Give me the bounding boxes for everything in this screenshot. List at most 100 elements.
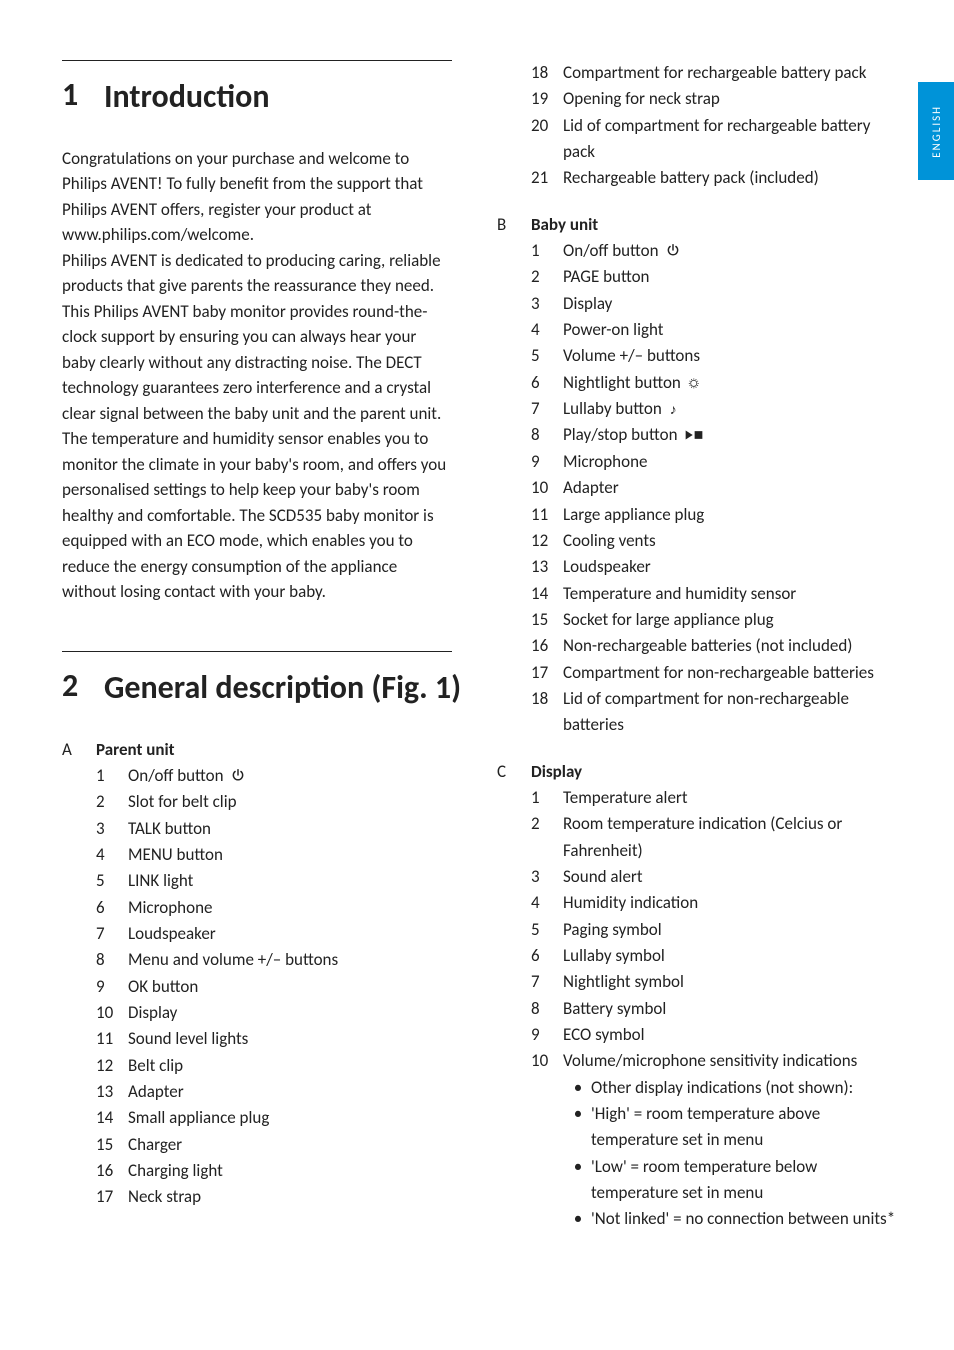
item-text: Charging light [128, 1158, 469, 1184]
item-text: MENU button [128, 842, 469, 868]
item-number: 15 [96, 1132, 128, 1158]
list-item: 4MENU button [96, 842, 469, 868]
item-text: Compartment for non-rechargeable batteri… [563, 660, 904, 686]
group-a-items-cont: 18Compartment for rechargeable battery p… [497, 60, 904, 192]
item-text: Lullaby symbol [563, 943, 904, 969]
group-c-bullets-wrap: •Other display indications (not shown):•… [497, 1075, 904, 1233]
list-item: 2Room temperature indication (Celcius or… [531, 811, 904, 864]
item-text: Power-on light [563, 317, 904, 343]
group-title: Display [531, 759, 582, 785]
item-number: 10 [96, 1000, 128, 1026]
item-number: 8 [531, 996, 563, 1022]
item-number: 7 [531, 969, 563, 995]
left-column: 1 Introduction Congratulations on your p… [62, 60, 469, 1233]
list-item: 3Sound alert [531, 864, 904, 890]
item-text: Menu and volume +/– buttons [128, 947, 469, 973]
list-item: 8Menu and volume +/– buttons [96, 947, 469, 973]
item-text: Battery symbol [563, 996, 904, 1022]
group-letter: A [62, 737, 96, 763]
item-number: 13 [96, 1079, 128, 1105]
item-number: 7 [531, 396, 563, 422]
item-number: 6 [531, 943, 563, 969]
item-number: 14 [531, 581, 563, 607]
item-text: Loudspeaker [563, 554, 904, 580]
item-text: Microphone [128, 895, 469, 921]
item-number: 2 [531, 811, 563, 864]
section-2-heading: 2 General description (Fig. 1) [62, 666, 469, 711]
list-item: 4Humidity indication [531, 890, 904, 916]
play-stop-icon [685, 429, 703, 441]
item-number: 10 [531, 475, 563, 501]
item-number: 18 [531, 60, 563, 86]
item-number: 20 [531, 113, 563, 166]
bullet-item: •'Low' = room temperature below temperat… [565, 1154, 904, 1207]
sun-icon: ☼ [689, 375, 699, 392]
section-rule [62, 60, 452, 61]
item-text: Slot for belt clip [128, 789, 469, 815]
item-number: 3 [531, 864, 563, 890]
item-number: 6 [531, 370, 563, 396]
item-number: 17 [96, 1184, 128, 1210]
list-item: 5Volume +/– buttons [531, 343, 904, 369]
list-item: 11Large appliance plug [531, 502, 904, 528]
list-item: 16Non-rechargeable batteries (not includ… [531, 633, 904, 659]
list-item: 6Nightlight button ☼ [531, 370, 904, 396]
item-number: 19 [531, 86, 563, 112]
list-item: 11Sound level lights [96, 1026, 469, 1052]
item-text: On/off button [563, 238, 904, 264]
item-text: Temperature and humidity sensor [563, 581, 904, 607]
item-text: Compartment for rechargeable battery pac… [563, 60, 904, 86]
item-number: 3 [96, 816, 128, 842]
list-item: 1On/off button [531, 238, 904, 264]
list-item: 4Power-on light [531, 317, 904, 343]
item-text: Nightlight symbol [563, 969, 904, 995]
page: 1 Introduction Congratulations on your p… [0, 0, 954, 1233]
item-number: 17 [531, 660, 563, 686]
group-title: Baby unit [531, 212, 598, 238]
item-text: Sound level lights [128, 1026, 469, 1052]
power-icon [231, 768, 245, 782]
list-item: 8Play/stop button [531, 422, 904, 448]
item-text: Neck strap [128, 1184, 469, 1210]
list-item: 7Lullaby button ♪ [531, 396, 904, 422]
group-title: Parent unit [96, 737, 175, 763]
list-item: 10Display [96, 1000, 469, 1026]
item-number: 1 [531, 238, 563, 264]
item-number: 7 [96, 921, 128, 947]
item-number: 4 [531, 890, 563, 916]
list-item: 3Display [531, 291, 904, 317]
right-column: 18Compartment for rechargeable battery p… [497, 60, 904, 1233]
item-number: 15 [531, 607, 563, 633]
item-text: Adapter [563, 475, 904, 501]
section-1-heading: 1 Introduction [62, 75, 469, 120]
item-number: 1 [96, 763, 128, 789]
bullet-text: 'High' = room temperature above temperat… [591, 1101, 904, 1154]
list-item: 15Socket for large appliance plug [531, 607, 904, 633]
item-number: 16 [531, 633, 563, 659]
bullet-dot: • [565, 1075, 591, 1101]
list-item: 5Paging symbol [531, 917, 904, 943]
list-item: 1Temperature alert [531, 785, 904, 811]
item-text: Belt clip [128, 1053, 469, 1079]
list-item: 9ECO symbol [531, 1022, 904, 1048]
list-item: 16Charging light [96, 1158, 469, 1184]
item-text: PAGE button [563, 264, 904, 290]
section-rule [62, 651, 452, 652]
item-text: Paging symbol [563, 917, 904, 943]
group-a-header: A Parent unit [62, 737, 469, 763]
item-text: Temperature alert [563, 785, 904, 811]
list-item: 13Loudspeaker [531, 554, 904, 580]
item-number: 12 [531, 528, 563, 554]
item-number: 2 [96, 789, 128, 815]
list-item: 7Loudspeaker [96, 921, 469, 947]
item-number: 1 [531, 785, 563, 811]
bullet-dot: • [565, 1206, 591, 1232]
item-text: OK button [128, 974, 469, 1000]
group-b-items: 1On/off button 2PAGE button3Display4Powe… [497, 238, 904, 739]
list-item: 15Charger [96, 1132, 469, 1158]
item-text: TALK button [128, 816, 469, 842]
group-a-items: 1On/off button 2Slot for belt clip3TALK … [62, 763, 469, 1211]
item-number: 21 [531, 165, 563, 191]
list-item: 12Belt clip [96, 1053, 469, 1079]
item-text: Room temperature indication (Celcius or … [563, 811, 904, 864]
